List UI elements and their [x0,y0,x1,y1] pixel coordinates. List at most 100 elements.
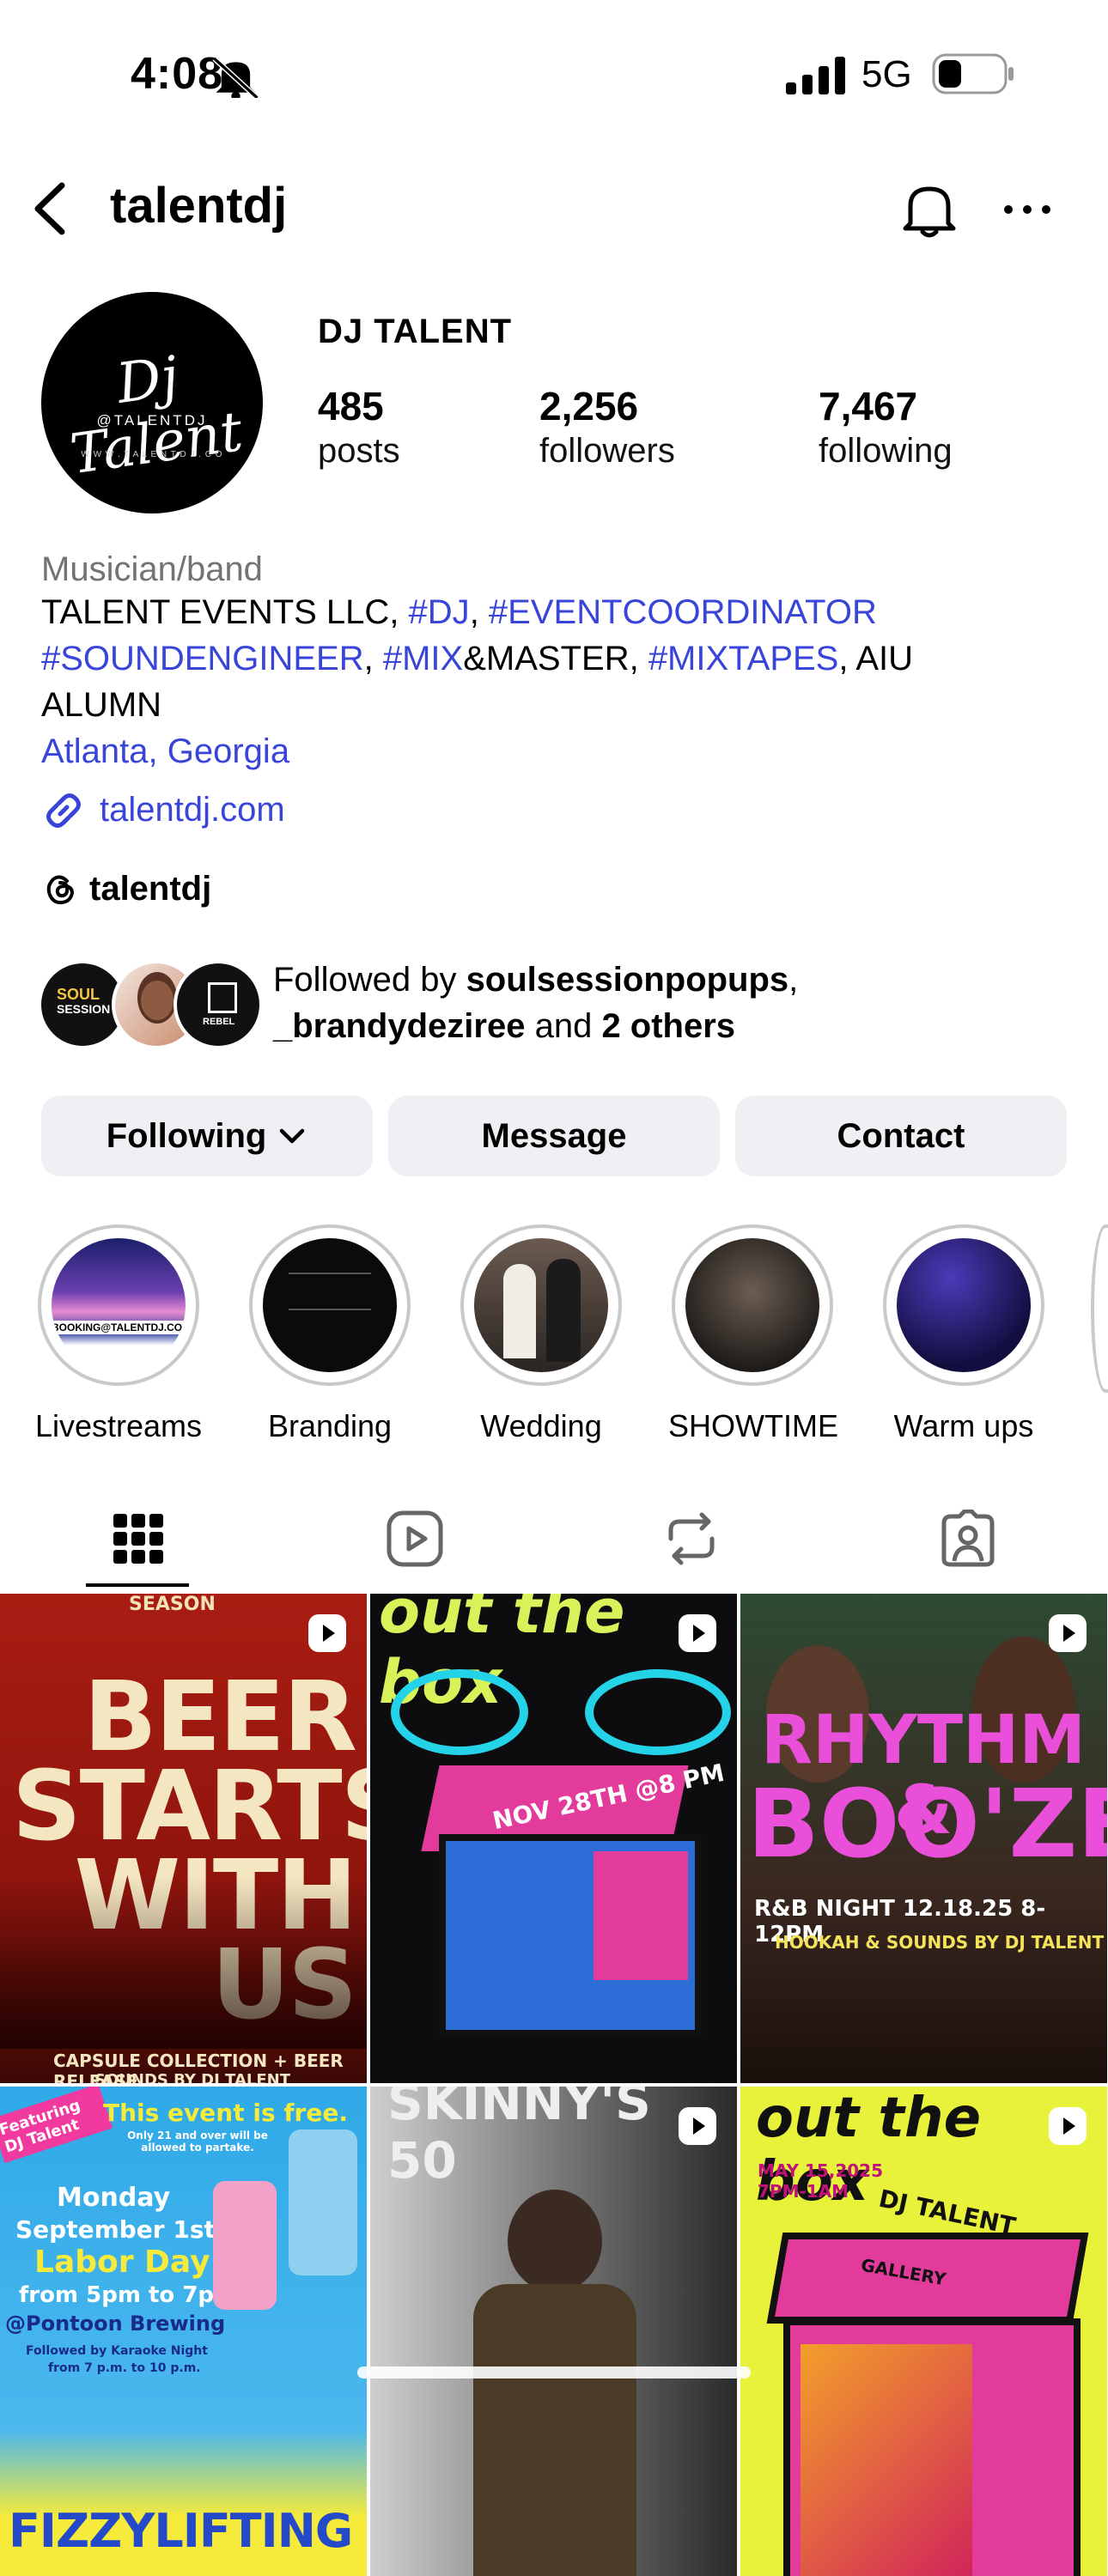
highlight-label: Wedding [480,1408,602,1443]
active-tab-indicator [86,1583,189,1587]
stat-value: 7,467 [819,384,918,428]
threads-username: talentdj [89,870,212,908]
repost-icon [668,1512,715,1565]
highlight-label: SHOWTIME [668,1408,838,1443]
post-text: Followed by Karaoke Night [26,2344,208,2358]
reel-badge-icon [679,1614,716,1652]
highlight-showtime[interactable]: SHOWTIME [668,1224,838,1444]
tab-reels[interactable] [277,1498,553,1580]
crowd-silhouette [0,1877,367,2049]
chevron-down-icon [280,1128,305,1144]
profile-location[interactable]: Atlanta, Georgia [41,728,289,775]
post-text: September 1st, [15,2215,225,2244]
grid-icon [113,1514,163,1564]
post-graphic [473,2284,636,2576]
profile-website-link[interactable]: talentdj.com [41,788,285,833]
bio-text: , [469,593,489,631]
highlight-partial[interactable] [1091,1224,1108,1393]
post-title: BOO'ZE [747,1769,1107,1879]
stat-label: followers [539,431,675,470]
network-label: 5G [861,53,912,95]
following-button[interactable]: Following [41,1096,373,1176]
tab-reposts[interactable] [553,1498,830,1580]
followed-by-text[interactable]: Followed by soulsessionpopups, _brandydez… [273,957,1081,1049]
stat-label: posts [318,431,400,470]
message-button[interactable]: Message [388,1096,720,1176]
post-thumbnail[interactable]: RHYTHM & BOO'ZE R&B NIGHT 12.18.25 8-12P… [740,1594,1107,2083]
tab-tagged[interactable] [830,1498,1106,1580]
bio-text: , AIU [838,640,914,677]
following-button-label: Following [106,1116,267,1155]
highlight-warm-ups[interactable]: Warm ups [880,1224,1048,1444]
hashtag-link[interactable]: #MIX [383,640,463,677]
follower-avatar[interactable]: REBEL [174,960,263,1049]
tab-grid[interactable] [0,1498,277,1580]
stat-label: following [819,431,953,470]
back-arrow-icon[interactable] [29,180,72,237]
post-graphic [801,2344,972,2576]
post-text: from 7 p.m. to 10 p.m. [48,2361,201,2375]
post-graphic [289,2129,357,2275]
post-thumbnail[interactable]: out the box MAY 15,2025 7PM-1AM DJ TALEN… [740,2087,1107,2576]
post-graphic [594,1851,688,1980]
post-thumbnail[interactable]: out the box NOV 28TH @8 PM [370,1594,737,2083]
notification-bell-icon[interactable] [898,179,960,240]
bio-text: TALENT EVENTS LLC, [41,593,409,631]
highlight-branding[interactable]: Branding [246,1224,414,1444]
hashtag-link[interactable]: #SOUNDENGINEER [41,640,364,677]
contact-button[interactable]: Contact [735,1096,1067,1176]
post-text: Monday [57,2183,171,2213]
stat-followers[interactable]: 2,256 followers [539,385,675,473]
highlight-livestreams[interactable]: BOOKING@TALENTDJ.COM Livestreams [34,1224,203,1444]
reel-badge-icon [308,1614,346,1652]
highlight-wedding[interactable]: Wedding [457,1224,625,1444]
reels-icon [387,1510,443,1567]
followed-by-others: 2 others [601,1007,736,1045]
profile-avatar[interactable]: Dj Talent @TALENTDJ W W W . T A L E N T … [41,292,263,513]
post-text: MAY 15,2025 [758,2160,884,2181]
reel-badge-icon [1049,1614,1087,1652]
bio-text: &MASTER, [463,640,648,677]
reel-badge-icon [1049,2107,1087,2145]
hashtag-link[interactable]: #DJ [409,593,470,631]
status-time: 4:08 [131,49,224,99]
post-text: SOUNDS BY DJ TALENT [94,2071,290,2083]
post-text: HOOKAH & SOUNDS BY DJ TALENT [775,1932,1105,1953]
post-text: Featuring DJ Talent [0,2087,113,2164]
profile-username: talentdj [110,178,288,234]
display-name: DJ TALENT [318,313,513,350]
profile-bio: TALENT EVENTS LLC, #DJ, #EVENTCOORDINATO… [41,589,1072,728]
followed-by-user: _brandydeziree [273,1007,526,1045]
post-thumbnail[interactable]: SKINNY'S 50 [370,2087,737,2576]
home-indicator[interactable] [357,2366,751,2379]
post-graphic [391,1669,528,1755]
hashtag-link[interactable]: #MIXTAPES [648,640,839,677]
post-graphic [213,2181,277,2310]
post-thumbnail[interactable]: Featuring DJ Talent This event is free. … [0,2087,367,2576]
threads-badge[interactable]: talentdj [41,869,211,908]
followed-by-prefix: Followed by [273,961,466,999]
reel-badge-icon [679,2107,716,2145]
stat-value: 2,256 [539,384,639,428]
bio-text: ALUMN [41,686,162,724]
highlight-label: Warm ups [893,1408,1034,1443]
threads-icon [46,875,75,905]
post-text: from 5pm to 7pm [19,2282,238,2308]
post-title: FIZZYLIFTING [9,2504,353,2558]
followed-by-user: soulsessionpopups [466,961,789,999]
post-text: @Pontoon Brewing [5,2312,226,2336]
followed-by-separator: , [788,961,799,999]
post-thumbnail[interactable]: SEASON BEER STARTS WITH US CAPSULE COLLE… [0,1594,367,2083]
stat-posts[interactable]: 485 posts [318,385,400,473]
highlight-label: Livestreams [34,1408,203,1443]
post-text: This event is free. [103,2099,348,2127]
post-text: Labor Day [34,2245,210,2280]
followed-by-and: and [525,1007,602,1045]
post-graphic [508,2190,602,2293]
post-text: SEASON [129,1594,216,1615]
highlight-label: Branding [267,1408,393,1443]
stat-following[interactable]: 7,467 following [819,385,953,473]
hashtag-link[interactable]: #EVENTCOORDINATOR [489,593,877,631]
more-options-icon[interactable] [996,189,1058,230]
post-text: Only 21 and over will be allowed to part… [127,2129,268,2154]
